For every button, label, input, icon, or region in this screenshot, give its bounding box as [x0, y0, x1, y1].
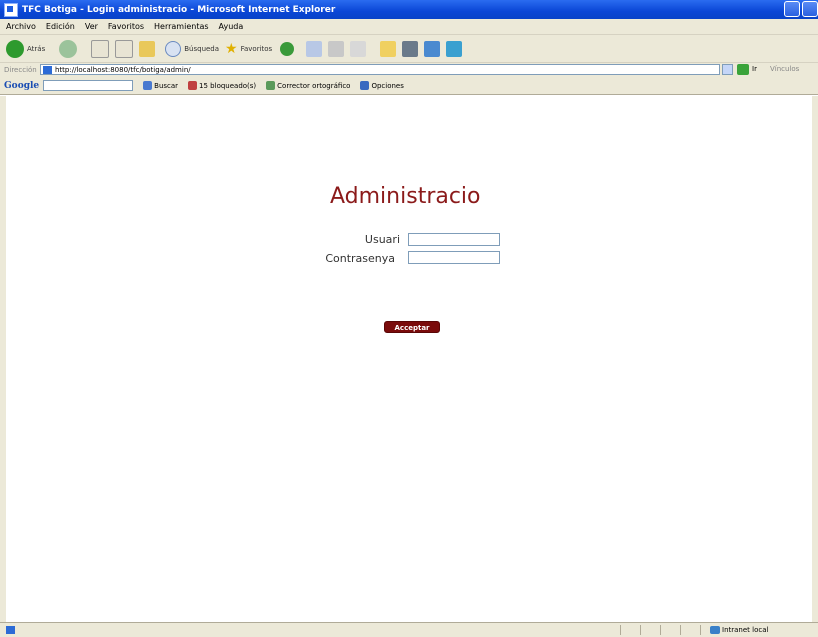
- ie-page-icon: [4, 2, 18, 17]
- menu-archivo[interactable]: Archivo: [6, 22, 36, 31]
- status-bar: Intranet local: [0, 622, 818, 637]
- print-icon[interactable]: [328, 40, 345, 57]
- menu-favoritos[interactable]: Favoritos: [108, 22, 144, 31]
- options-icon: [360, 81, 370, 90]
- menu-ver[interactable]: Ver: [85, 22, 98, 31]
- folder-icon[interactable]: [380, 40, 397, 57]
- messenger-icon[interactable]: [424, 40, 441, 57]
- research-icon[interactable]: [402, 40, 419, 57]
- username-label: Usuari: [364, 233, 400, 246]
- options-button[interactable]: Opciones: [360, 81, 404, 90]
- search-label[interactable]: Búsqueda: [184, 45, 219, 53]
- go-label[interactable]: Ir: [752, 65, 757, 73]
- menu-edicion[interactable]: Edición: [46, 22, 75, 31]
- spellcheck-button[interactable]: Corrector ortográfico: [266, 81, 350, 90]
- popup-blocker-icon: [188, 81, 198, 90]
- back-icon[interactable]: [6, 39, 24, 58]
- page-status-icon: [6, 626, 15, 634]
- status-divider: [700, 625, 701, 635]
- favorites-icon[interactable]: ★: [225, 41, 238, 57]
- page-icon: [43, 66, 52, 74]
- standard-toolbar: Atrás Búsqueda ★ Favoritos: [0, 35, 818, 63]
- security-zone-label: Intranet local: [722, 626, 769, 634]
- password-input[interactable]: [408, 251, 500, 264]
- page-title: Administracio: [330, 184, 481, 209]
- intranet-zone-icon: [710, 626, 720, 634]
- media-icon[interactable]: [446, 40, 463, 57]
- refresh-icon[interactable]: [115, 39, 134, 58]
- password-label: Contrasenya: [325, 252, 395, 265]
- status-divider: [640, 625, 641, 635]
- go-icon[interactable]: [737, 64, 749, 75]
- window-title: TFC Botiga - Login administracio - Micro…: [22, 4, 336, 15]
- home-icon[interactable]: [139, 40, 156, 57]
- links-label[interactable]: Vínculos: [770, 65, 799, 73]
- maximize-button[interactable]: [802, 1, 818, 17]
- back-label[interactable]: Atrás: [27, 45, 45, 53]
- minimize-button[interactable]: [784, 1, 800, 17]
- forward-icon[interactable]: [59, 39, 78, 58]
- google-logo[interactable]: Google: [4, 81, 39, 91]
- spellcheck-label: Corrector ortográfico: [277, 81, 351, 90]
- popup-blocker-button[interactable]: 15 bloqueado(s): [188, 81, 256, 90]
- history-icon[interactable]: [280, 41, 295, 56]
- menu-bar: Archivo Edición Ver Favoritos Herramient…: [0, 19, 818, 35]
- spellcheck-icon: [266, 81, 276, 90]
- mail-icon[interactable]: [306, 40, 323, 57]
- stop-icon[interactable]: [91, 39, 110, 58]
- google-search-input[interactable]: [43, 80, 134, 91]
- accept-button[interactable]: Acceptar: [384, 321, 440, 333]
- menu-herramientas[interactable]: Herramientas: [154, 22, 209, 31]
- google-search-label: Buscar: [154, 81, 179, 90]
- google-toolbar: Google Buscar 15 bloqueado(s) Corrector …: [0, 77, 818, 95]
- google-search-button[interactable]: Buscar: [143, 81, 178, 90]
- popup-blocker-label: 15 bloqueado(s): [199, 81, 257, 90]
- google-search-icon: [143, 81, 153, 90]
- window-title-bar: TFC Botiga - Login administracio - Micro…: [0, 0, 818, 19]
- edit-icon[interactable]: [350, 40, 367, 57]
- address-label: Dirección: [4, 66, 37, 74]
- address-input[interactable]: http://localhost:8080/tfc/botiga/admin/: [40, 64, 720, 75]
- address-bar: Dirección http://localhost:8080/tfc/boti…: [0, 63, 818, 77]
- address-url: http://localhost:8080/tfc/botiga/admin/: [55, 66, 191, 74]
- status-divider: [680, 625, 681, 635]
- right-window-frame: [812, 96, 818, 622]
- status-divider: [660, 625, 661, 635]
- address-dropdown-icon[interactable]: [722, 64, 733, 75]
- options-label: Opciones: [371, 81, 404, 90]
- window-controls: [784, 1, 818, 17]
- page-content: [6, 96, 812, 622]
- search-icon[interactable]: [165, 40, 182, 57]
- status-divider: [620, 625, 621, 635]
- username-input[interactable]: [408, 233, 500, 246]
- menu-ayuda[interactable]: Ayuda: [219, 22, 244, 31]
- favorites-label[interactable]: Favoritos: [241, 45, 273, 53]
